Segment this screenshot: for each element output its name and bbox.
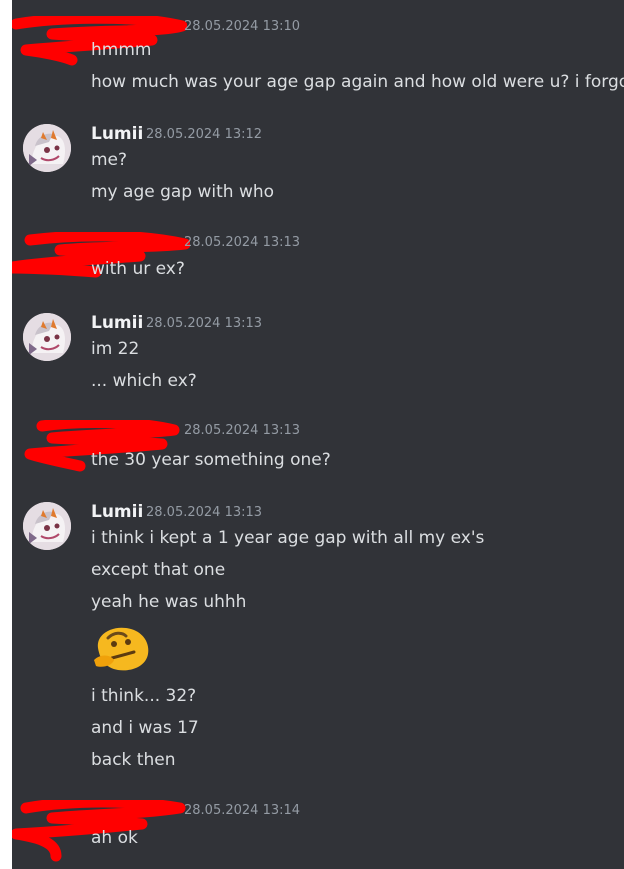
message-timestamp: 28.05.2024 13:12 xyxy=(146,127,263,142)
message-text: ... which ex? xyxy=(91,371,197,391)
message-text: i think... 32? xyxy=(91,686,197,706)
message-group: 28.05.2024 13:13 with ur ex? xyxy=(12,232,624,288)
message-text: back then xyxy=(91,750,176,770)
message-group: Lumii 28.05.2024 13:13 i think i kept a … xyxy=(12,502,624,782)
user-avatar[interactable] xyxy=(23,313,71,361)
message-text: yeah he was uhhh xyxy=(91,592,247,612)
message-group: 28.05.2024 13:13 the 30 year something o… xyxy=(12,420,624,476)
message-text: with ur ex? xyxy=(91,259,185,279)
message-timestamp: 28.05.2024 13:13 xyxy=(184,235,301,250)
message-text: my age gap with who xyxy=(91,182,275,202)
message-text: and i was 17 xyxy=(91,718,199,738)
message-text: me? xyxy=(91,150,128,170)
message-timestamp: 28.05.2024 13:13 xyxy=(184,423,301,438)
message-text: except that one xyxy=(91,560,226,580)
user-avatar[interactable] xyxy=(23,502,71,550)
message-group: 28.05.2024 13:14 ah ok xyxy=(12,800,624,869)
message-group: Lumii 28.05.2024 13:12 me? my age gap wi… xyxy=(12,124,624,206)
message-timestamp: 28.05.2024 13:13 xyxy=(146,316,263,331)
author-name[interactable]: Lumii xyxy=(91,502,143,522)
message-text: the 30 year something one? xyxy=(91,450,331,470)
message-timestamp: 28.05.2024 13:14 xyxy=(184,803,301,818)
author-name[interactable]: Lumii xyxy=(91,124,143,144)
chat-panel: 28.05.2024 13:10 hmmm how much was your … xyxy=(12,0,624,869)
thinking-emoji-icon xyxy=(94,627,149,671)
message-text: im 22 xyxy=(91,339,140,359)
message-timestamp: 28.05.2024 13:10 xyxy=(184,19,301,34)
message-text: i think i kept a 1 year age gap with all… xyxy=(91,528,485,548)
message-text: hmmm xyxy=(91,40,152,60)
message-timestamp: 28.05.2024 13:13 xyxy=(146,505,263,520)
message-text: how much was your age gap again and how … xyxy=(91,72,624,92)
message-group: 28.05.2024 13:10 hmmm how much was your … xyxy=(12,16,624,96)
message-group: Lumii 28.05.2024 13:13 im 22 ... which e… xyxy=(12,313,624,395)
message-text: ah ok xyxy=(91,828,138,848)
user-avatar[interactable] xyxy=(23,124,71,172)
author-name[interactable]: Lumii xyxy=(91,313,143,333)
